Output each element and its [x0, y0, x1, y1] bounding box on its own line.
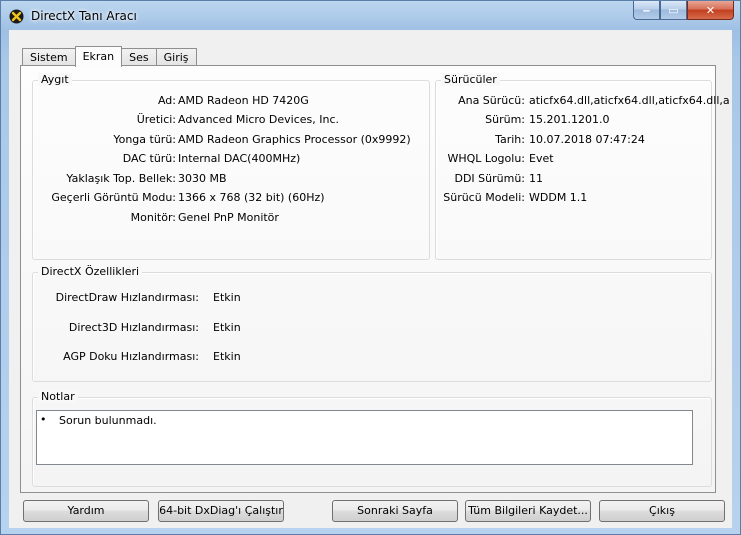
dac-type-value: Internal DAC(400MHz) [178, 152, 301, 165]
client-area: Sistem Ekran Ses Giriş Aygıt Ad: AMD Rad… [9, 30, 732, 528]
monitor-value: Genel PnP Monitör [178, 211, 279, 224]
chip-type-value: AMD Radeon Graphics Processor (0x9992) [178, 133, 411, 146]
manufacturer-label: Üretici: [136, 113, 176, 126]
notes-text-area[interactable]: • Sorun bulunmadı. [36, 410, 693, 465]
ddi-version-label: DDI Sürümü: [454, 172, 525, 185]
direct3d-label: Direct3D Hızlandırması: [68, 321, 199, 334]
whql-value: Evet [529, 152, 554, 165]
directdraw-label: DirectDraw Hızlandırması: [55, 291, 199, 304]
manufacturer-value: Advanced Micro Devices, Inc. [178, 113, 340, 126]
drivers-group: Sürücüler Ana Sürücü: aticfx64.dll,aticf… [435, 73, 730, 260]
dac-type-label: DAC türü: [122, 152, 176, 165]
drivers-group-label: Sürücüler [441, 73, 500, 86]
maximize-button[interactable]: ▭ [660, 1, 687, 20]
driver-model-label: Sürücü Modeli: [443, 191, 525, 204]
caption-buttons: ‒ ▭ ✕ [633, 1, 734, 21]
device-name-value: AMD Radeon HD 7420G [178, 94, 309, 107]
next-page-button[interactable]: Sonraki Sayfa [332, 500, 458, 522]
close-icon: ✕ [705, 3, 716, 17]
directx-features-group: DirectX Özellikleri DirectDraw Hızlandır… [32, 265, 712, 382]
features-group-label: DirectX Özellikleri [38, 265, 143, 278]
title-bar[interactable]: DirectX Tanı Aracı ‒ ▭ ✕ [1, 1, 740, 31]
directx-app-icon [9, 9, 24, 24]
bullet-icon: • [40, 413, 47, 426]
notes-item: Sorun bulunmadı. [59, 414, 157, 427]
display-mode-value: 1366 x 768 (32 bit) (60Hz) [178, 191, 325, 204]
driver-date-label: Tarih: [495, 133, 525, 146]
agp-value: Etkin [213, 350, 241, 363]
main-driver-label: Ana Sürücü: [458, 94, 525, 107]
chip-type-label: Yonga türü: [113, 133, 176, 146]
driver-version-label: Sürüm: [485, 113, 525, 126]
tab-giris[interactable]: Giriş [155, 48, 197, 66]
agp-label: AGP Doku Hızlandırması: [63, 350, 199, 363]
whql-label: WHQL Logolu: [447, 152, 525, 165]
monitor-label: Monitör: [130, 211, 176, 224]
driver-version-value: 15.201.1201.0 [529, 113, 610, 126]
exit-button[interactable]: Çıkış [599, 500, 725, 522]
device-name-label: Ad: [157, 94, 176, 107]
tab-sistem[interactable]: Sistem [22, 48, 76, 66]
driver-date-value: 10.07.2018 07:47:24 [529, 133, 645, 146]
run-64bit-dxdiag-button[interactable]: 64-bit DxDiag'ı Çalıştır [158, 500, 284, 522]
close-button[interactable]: ✕ [687, 1, 734, 20]
minimize-icon: ‒ [642, 3, 651, 17]
memory-label: Yaklaşık Top. Bellek: [66, 172, 176, 185]
window-title: DirectX Tanı Aracı [31, 9, 137, 23]
tab-strip: Sistem Ekran Ses Giriş [22, 46, 197, 67]
directdraw-value: Etkin [213, 291, 241, 304]
ddi-version-value: 11 [529, 172, 543, 185]
main-driver-value: aticfx64.dll,aticfx64.dll,aticfx64.dll,a [529, 94, 730, 107]
minimize-button[interactable]: ‒ [633, 1, 660, 20]
dxdiag-window: DirectX Tanı Aracı ‒ ▭ ✕ Sistem Ekran Se… [0, 0, 741, 535]
save-all-info-button[interactable]: Tüm Bilgileri Kaydet... [465, 500, 591, 522]
tab-ekran[interactable]: Ekran [74, 46, 123, 67]
device-group-label: Aygıt [38, 73, 72, 86]
help-button[interactable]: Yardım [23, 500, 149, 522]
memory-value: 3030 MB [178, 172, 227, 185]
driver-model-value: WDDM 1.1 [529, 191, 588, 204]
notes-group-label: Notlar [38, 390, 78, 403]
tab-ses[interactable]: Ses [121, 48, 157, 66]
maximize-icon: ▭ [668, 3, 679, 17]
direct3d-value: Etkin [213, 321, 241, 334]
display-mode-label: Geçerli Görüntü Modu: [51, 191, 176, 204]
notes-group: Notlar • Sorun bulunmadı. [32, 390, 712, 487]
device-group: Aygıt Ad: AMD Radeon HD 7420G Üretici: A… [32, 73, 430, 260]
display-tab-panel: Aygıt Ad: AMD Radeon HD 7420G Üretici: A… [20, 65, 730, 493]
